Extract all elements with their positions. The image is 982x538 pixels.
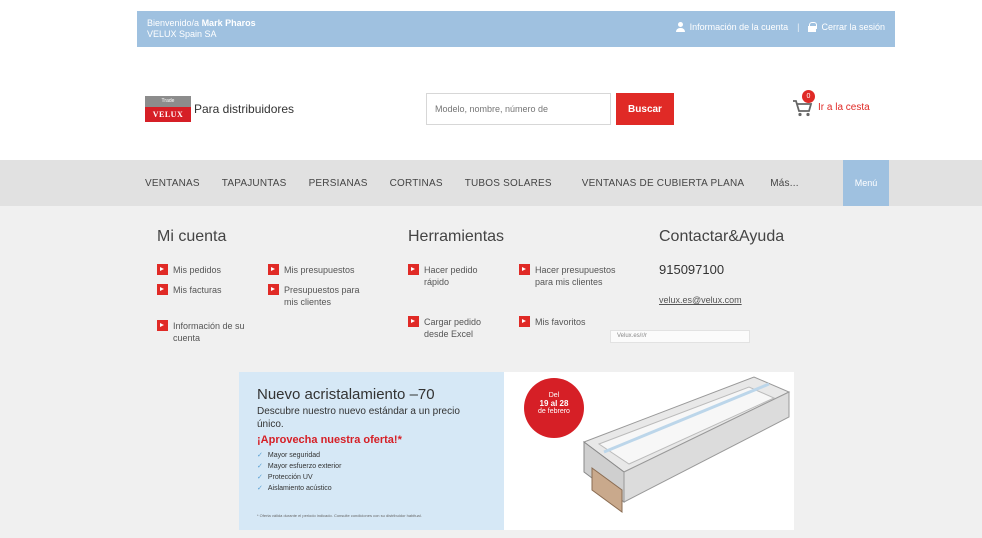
- logo-brand: VELUX: [145, 107, 191, 122]
- logo-top: Trade: [145, 96, 191, 107]
- contact-email-link[interactable]: velux.es@velux.com: [659, 295, 742, 305]
- company-name: VELUX Spain SA: [147, 29, 217, 39]
- welcome-prefix: Bienvenido/a: [147, 18, 200, 28]
- benefit-item: Protección UV: [257, 472, 341, 483]
- benefit-item: Mayor seguridad: [257, 450, 341, 461]
- nav-item-ventanas[interactable]: VENTANAS: [145, 178, 200, 189]
- account-links: Información de la cuenta | Cerrar la ses…: [675, 22, 885, 32]
- banner-benefits: Mayor seguridad Mayor esfuerzo exterior …: [257, 450, 342, 494]
- arrow-icon: [408, 264, 419, 275]
- date-badge: Del 19 al 28 de febrero: [524, 378, 584, 438]
- benefit-item: Aislamiento acústico: [257, 483, 341, 494]
- cart[interactable]: 0 Ir a la cesta: [792, 90, 870, 118]
- link-informacion-cuenta[interactable]: Información de su cuenta: [157, 320, 267, 344]
- nav-item-mas[interactable]: Más...: [770, 178, 798, 189]
- link-mis-pedidos[interactable]: Mis pedidos: [157, 264, 257, 276]
- nav-item-persianas[interactable]: PERSIANAS: [309, 178, 368, 189]
- arrow-icon: [519, 264, 530, 275]
- promo-banner[interactable]: Nuevo acristalamiento –70 Descubre nuest…: [239, 372, 794, 530]
- link-cargar-excel[interactable]: Cargar pedido desde Excel: [408, 316, 508, 340]
- arrow-icon: [268, 284, 279, 295]
- nav-item-cubierta-plana[interactable]: VENTANAS DE CUBIERTA PLANA: [582, 178, 744, 189]
- main-nav: VENTANAS TAPAJUNTAS PERSIANAS CORTINAS T…: [0, 160, 982, 215]
- search-button[interactable]: Buscar: [616, 93, 674, 125]
- banner-fine-print: * Oferta válida durante el periodo indic…: [257, 513, 422, 518]
- menu-button[interactable]: Menú: [843, 160, 889, 215]
- link-mis-favoritos[interactable]: Mis favoritos: [519, 316, 619, 328]
- arrow-icon: [157, 284, 168, 295]
- contact-title: Contactar&Ayuda: [659, 228, 785, 245]
- nav-items: VENTANAS TAPAJUNTAS PERSIANAS CORTINAS T…: [145, 160, 821, 206]
- tools-title: Herramientas: [408, 228, 505, 245]
- arrow-icon: [268, 264, 279, 275]
- search-input[interactable]: [426, 93, 611, 125]
- account-title: Mi cuenta: [157, 228, 227, 245]
- velux-logo[interactable]: Trade VELUX Para distribuidores: [145, 96, 294, 122]
- benefit-item: Mayor esfuerzo exterior: [257, 461, 342, 472]
- welcome-block: Bienvenido/a Mark Pharos VELUX Spain SA: [147, 18, 256, 40]
- top-bar: Bienvenido/a Mark Pharos VELUX Spain SA …: [137, 11, 895, 47]
- logo-mark: Trade VELUX: [145, 96, 191, 122]
- nav-item-tubos-solares[interactable]: TUBOS SOLARES: [465, 178, 552, 189]
- cart-link[interactable]: Ir a la cesta: [818, 102, 870, 113]
- logout-link[interactable]: Cerrar la sesión: [821, 22, 885, 32]
- logo-tagline: Para distribuidores: [194, 102, 295, 116]
- contact-phone: 915097100: [659, 262, 725, 277]
- banner-subtitle: Descubre nuestro nuevo estándar a un pre…: [257, 406, 460, 430]
- nav-item-cortinas[interactable]: CORTINAS: [390, 178, 443, 189]
- link-pedido-rapido[interactable]: Hacer pedido rápido: [408, 264, 503, 288]
- banner-title: Nuevo acristalamiento –70: [257, 386, 435, 403]
- arrow-icon: [519, 316, 530, 327]
- badge-line-3: de febrero: [538, 408, 570, 415]
- nav-item-tapajuntas[interactable]: TAPAJUNTAS: [222, 178, 287, 189]
- welcome-name: Mark Pharos: [201, 18, 256, 28]
- arrow-icon: [157, 264, 168, 275]
- banner-offer: ¡Aprovecha nuestra oferta!*: [257, 434, 402, 446]
- link-presupuestos-para-clientes[interactable]: Hacer presupuestos para mis clientes: [519, 264, 631, 288]
- cart-count-badge: 0: [802, 90, 815, 103]
- search-bar: Buscar: [426, 93, 674, 125]
- divider: |: [797, 22, 800, 32]
- link-presupuestos-clientes[interactable]: Presupuestos para mis clientes: [268, 284, 368, 308]
- user-icon: [675, 22, 685, 32]
- badge-line-2: 19 al 28: [539, 399, 569, 408]
- lock-icon: [808, 22, 818, 32]
- link-mis-presupuestos[interactable]: Mis presupuestos: [268, 264, 378, 276]
- badge-line-1: Del: [548, 392, 560, 399]
- arrow-icon: [157, 320, 168, 331]
- link-mis-facturas[interactable]: Mis facturas: [157, 284, 257, 296]
- account-info-link[interactable]: Información de la cuenta: [690, 22, 789, 32]
- link-tooltip: Velux.es/r/r: [610, 330, 750, 343]
- cart-icon[interactable]: 0: [792, 90, 815, 118]
- arrow-icon: [408, 316, 419, 327]
